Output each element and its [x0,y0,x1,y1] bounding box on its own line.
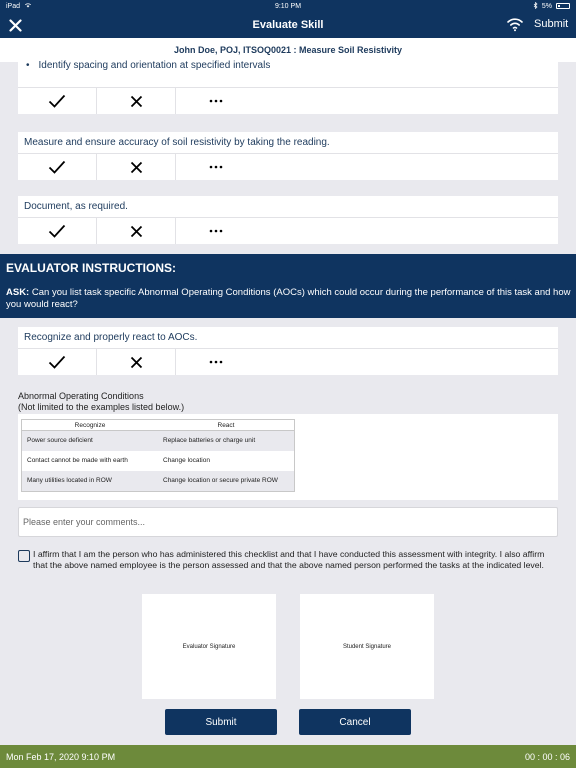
task-text: • Identify spacing and orientation at spe… [18,56,558,88]
status-wifi-icon [24,2,32,10]
ask-label: ASK: [6,287,30,298]
table-row: Contact cannot be made with earth Change… [22,451,294,471]
aoc-subtitle: (Not limited to the examples listed belo… [18,402,185,412]
task-card: Document, as required. [18,196,558,244]
table-row: Power source deficient Replace batteries… [22,431,294,451]
nav-bar: Evaluate Skill Submit [0,12,576,38]
aoc-panel: Recognize React Power source deficient R… [18,414,558,500]
student-signature-label: Student Signature [342,643,392,650]
aoc-heading: Abnormal Operating Conditions (Not limit… [18,391,184,413]
cancel-button[interactable]: Cancel [299,709,411,735]
affirm-checkbox[interactable] [18,550,30,562]
submit-nav-button[interactable]: Submit [534,18,568,30]
task-actions [18,88,558,114]
pass-button[interactable] [18,154,97,180]
status-bar: iPad 9:10 PM 5% [0,0,576,12]
table-row: Many utilities located in ROW Change loc… [22,471,294,491]
fail-button[interactable] [97,154,176,180]
evaluator-heading: EVALUATOR INSTRUCTIONS: [6,261,176,275]
more-options-button[interactable] [176,154,255,180]
close-icon[interactable] [6,16,24,34]
table-header: Recognize React [22,420,294,431]
aoc-title: Abnormal Operating Conditions [18,391,144,401]
task-card: • Identify spacing and orientation at spe… [18,56,558,114]
task-text: Document, as required. [18,196,558,218]
battery-icon [556,3,570,9]
evaluator-instructions: EVALUATOR INSTRUCTIONS: ASK: Can you lis… [0,254,576,318]
status-time: 9:10 PM [274,2,302,10]
aoc-table: Recognize React Power source deficient R… [21,419,295,492]
fail-button[interactable] [97,88,176,114]
more-options-button[interactable] [176,349,255,375]
table-cell: Replace batteries or charge unit [163,437,256,444]
comments-input[interactable] [19,508,557,536]
task-text: Measure and ensure accuracy of soil resi… [18,132,558,154]
submit-button[interactable]: Submit [165,709,277,735]
column-header: React [217,422,235,429]
pass-button[interactable] [18,88,97,114]
evaluator-signature-label: Evaluator Signature [182,643,236,650]
task-card: Measure and ensure accuracy of soil resi… [18,132,558,180]
table-cell: Many utilities located in ROW [27,477,112,484]
task-actions [18,154,558,180]
table-cell: Power source deficient [27,437,93,444]
table-cell: Contact cannot be made with earth [27,457,128,464]
footer-bar: Mon Feb 17, 2020 9:10 PM 00 : 00 : 06 [0,745,576,768]
table-cell: Change location [163,457,210,464]
elapsed-timer: 00 : 00 : 06 [524,751,570,762]
page-title: Evaluate Skill [252,19,324,31]
more-options-button[interactable] [176,88,255,114]
bluetooth-icon [533,1,538,11]
column-header: Recognize [74,422,106,429]
table-cell: Change location or secure private ROW [163,477,278,484]
student-signature-box[interactable]: Student Signature [300,594,434,699]
affirmation: I affirm that I am the person who has ad… [18,549,558,571]
battery-percent: 5% [541,2,552,10]
task-actions [18,349,558,375]
footer-datetime: Mon Feb 17, 2020 9:10 PM [6,751,116,762]
fail-button[interactable] [97,218,176,244]
task-text: Recognize and properly react to AOCs. [18,327,558,349]
pass-button[interactable] [18,218,97,244]
ask-question: ASK: Can you list task specific Abnormal… [6,287,572,311]
affirmation-text: I affirm that I am the person who has ad… [33,549,545,570]
more-options-button[interactable] [176,218,255,244]
fail-button[interactable] [97,349,176,375]
task-card: Recognize and properly react to AOCs. [18,327,558,375]
comments-box [18,507,558,537]
evaluator-signature-box[interactable]: Evaluator Signature [142,594,276,699]
pass-button[interactable] [18,349,97,375]
ask-text: Can you list task specific Abnormal Oper… [6,287,571,310]
device-label: iPad [6,2,21,10]
task-actions [18,218,558,244]
wifi-icon [506,16,524,32]
